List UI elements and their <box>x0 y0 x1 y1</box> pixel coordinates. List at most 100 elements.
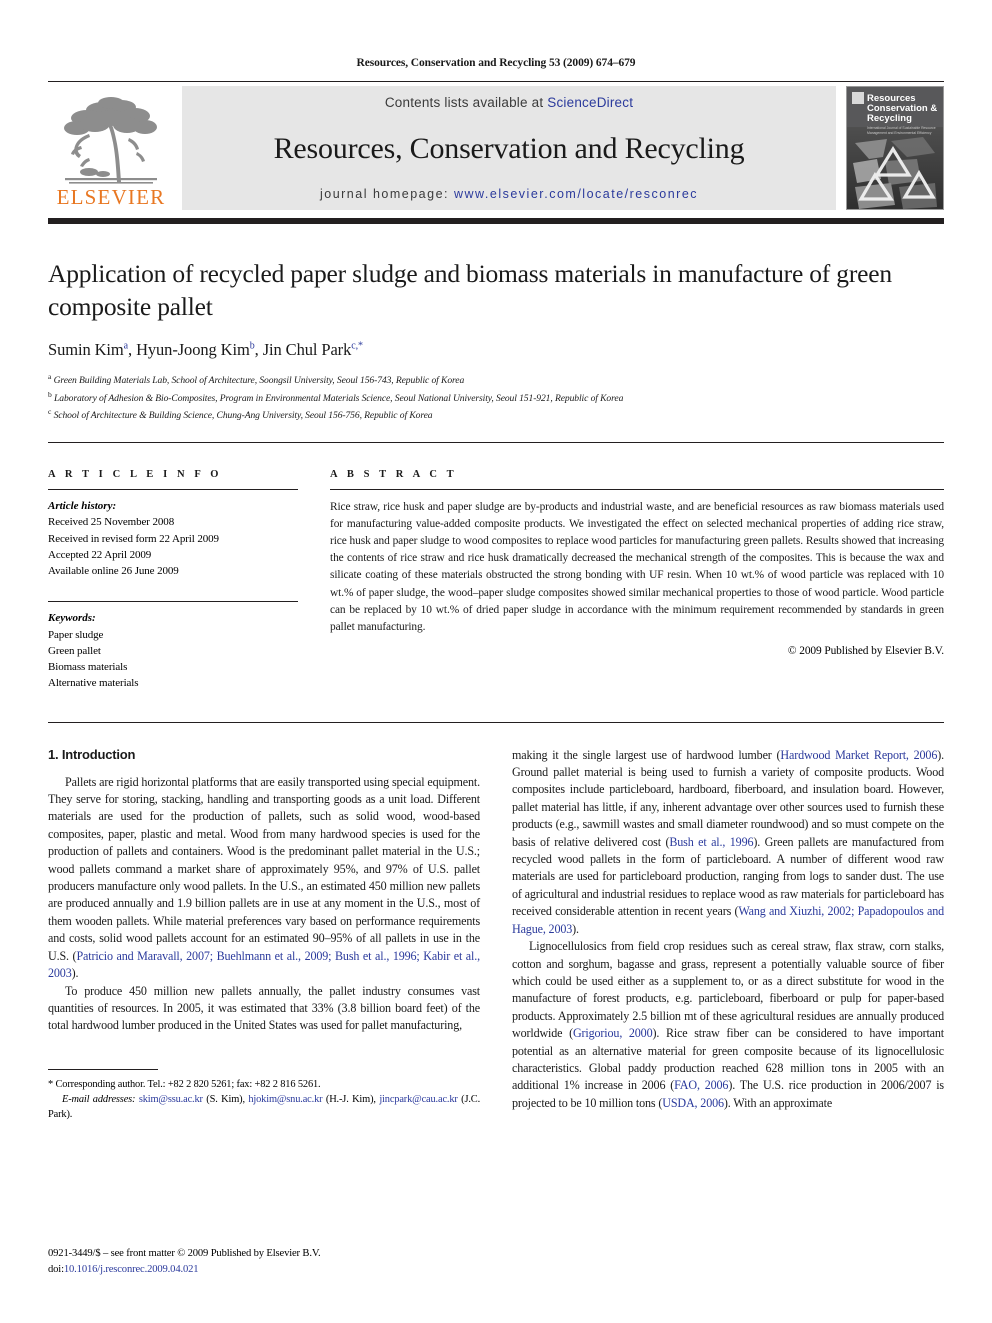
sciencedirect-link[interactable]: ScienceDirect <box>547 95 633 110</box>
email-link-3[interactable]: jincpark@cau.ac.kr <box>379 1094 458 1105</box>
journal-band: Contents lists available at ScienceDirec… <box>182 86 836 210</box>
paragraph-right-1b: ). Ground pallet material is being used … <box>512 747 944 849</box>
email-who-1: (S. Kim), <box>206 1093 245 1105</box>
affiliation-c-text: School of Architecture & Building Scienc… <box>53 410 433 422</box>
doi-line: doi:10.1016/j.resconrec.2009.04.021 <box>48 1262 488 1278</box>
article-history-label: Article history: <box>48 499 117 512</box>
history-online: Available online 26 June 2009 <box>48 565 179 578</box>
body-column-gap <box>480 747 512 1122</box>
paragraph-left-1-text: Pallets are rigid horizontal platforms t… <box>48 774 480 963</box>
abstract-bottom-rule <box>48 721 944 723</box>
doi-label: doi: <box>48 1263 64 1275</box>
paragraph-left-1: Pallets are rigid horizontal platforms t… <box>48 774 480 983</box>
elsevier-logo: ELSEVIER <box>48 84 174 212</box>
affiliation-c-marker: c <box>48 407 52 417</box>
keyword-4: Alternative materials <box>48 677 139 690</box>
title-block: Application of recycled paper sludge and… <box>48 258 944 424</box>
body-right-column: making it the single largest use of hard… <box>512 747 944 1122</box>
abstract-text: Rice straw, rice husk and paper sludge a… <box>330 500 944 633</box>
keyword-3: Biomass materials <box>48 661 128 674</box>
affiliation-c: c School of Architecture & Building Scie… <box>48 406 944 424</box>
paragraph-left-2: To produce 450 million new pallets annua… <box>48 983 480 1033</box>
author-1: Sumin Kim <box>48 340 124 360</box>
citation-usda-2006[interactable]: USDA, 2006 <box>662 1096 724 1110</box>
history-received: Received 25 November 2008 <box>48 516 175 529</box>
keyword-1: Paper sludge <box>48 628 104 641</box>
body-columns: 1. Introduction Pallets are rigid horizo… <box>48 747 944 1122</box>
citation-hardwood-market-report[interactable]: Hardwood Market Report, 2006 <box>780 748 937 762</box>
journal-cover-thumbnail: Resources Conservation & Recycling Inter… <box>846 86 944 210</box>
paragraph-right-2a: Lignocellulosics from field crop residue… <box>512 939 944 1041</box>
author-list: Sumin Kima, Hyun-Joong Kimb, Jin Chul Pa… <box>48 340 363 360</box>
journal-homepage-link[interactable]: www.elsevier.com/locate/resconrec <box>454 187 698 201</box>
abstract-rule <box>330 488 944 490</box>
journal-title: Resources, Conservation and Recycling <box>273 132 745 165</box>
affiliation-b-marker: b <box>48 389 52 399</box>
citation-patricio[interactable]: Patricio and Maravall, 2007; Buehlmann e… <box>48 949 480 980</box>
body-left-column: 1. Introduction Pallets are rigid horizo… <box>48 747 480 1122</box>
affiliation-a: a Green Building Materials Lab, School o… <box>48 371 944 389</box>
email-link-2[interactable]: hjokim@snu.ac.kr <box>248 1094 322 1105</box>
svg-text:Management and Environmental E: Management and Environmental Efficiency <box>867 131 932 135</box>
author-1-affil-marker[interactable]: a <box>124 341 128 352</box>
journal-homepage-line: journal homepage: www.elsevier.com/locat… <box>320 187 698 201</box>
info-abstract-row: A R T I C L E I N F O Article history: R… <box>48 469 944 692</box>
author-2-affil-marker[interactable]: b <box>250 341 255 352</box>
section-heading-introduction: 1. Introduction <box>48 746 136 762</box>
masthead-bottom-rule <box>48 218 944 224</box>
email-who-2: (H.-J. Kim), <box>325 1093 376 1105</box>
abstract-column: A B S T R A C T Rice straw, rice husk an… <box>330 469 944 692</box>
keyword-2: Green pallet <box>48 644 101 657</box>
doi-link[interactable]: 10.1016/j.resconrec.2009.04.021 <box>64 1264 199 1275</box>
page-content: Resources, Conservation and Recycling 53… <box>48 0 944 1122</box>
citation-bush-1996[interactable]: Bush et al., 1996 <box>669 835 753 849</box>
author-3: Jin Chul Park <box>262 340 352 360</box>
title-bottom-rule <box>48 441 944 443</box>
elsevier-wordmark: ELSEVIER <box>56 185 166 209</box>
paragraph-right-1d: ). <box>572 921 579 936</box>
article-info-column: A R T I C L E I N F O Article history: R… <box>48 469 298 692</box>
article-info-heading: A R T I C L E I N F O <box>48 468 223 480</box>
corresponding-author-note: * Corresponding author. Tel.: +82 2 820 … <box>48 1078 321 1090</box>
paragraph-right-2d: ). With an approximate <box>723 1095 833 1110</box>
footnote-rule <box>48 1068 158 1070</box>
paragraph-right-1: making it the single largest use of hard… <box>512 747 944 938</box>
abstract-copyright: © 2009 Published by Elsevier B.V. <box>787 644 944 657</box>
contents-available-line: Contents lists available at ScienceDirec… <box>385 95 633 110</box>
issn-line: 0921-3449/$ – see front matter © 2009 Pu… <box>48 1248 321 1259</box>
affiliation-b-text: Laboratory of Adhesion & Bio-Composites,… <box>54 393 624 405</box>
citation-grigoriou-2000[interactable]: Grigoriou, 2000 <box>573 1026 653 1040</box>
email-addresses-note: E-mail addresses: skim@ssu.ac.kr (S. Kim… <box>48 1092 480 1122</box>
homepage-prefix: journal homepage: <box>319 187 454 201</box>
elsevier-tree-icon <box>59 94 163 186</box>
email-link-1[interactable]: skim@ssu.ac.kr <box>139 1094 203 1105</box>
issn-doi-block: 0921-3449/$ – see front matter © 2009 Pu… <box>48 1246 488 1278</box>
affiliation-list: a Green Building Materials Lab, School o… <box>48 371 944 424</box>
history-revised: Received in revised form 22 April 2009 <box>48 532 219 545</box>
article-history-block: Article history: Received 25 November 20… <box>48 498 298 579</box>
author-3-affil-marker[interactable]: c,* <box>351 341 363 352</box>
article-info-rule <box>48 488 298 490</box>
history-accepted: Accepted 22 April 2009 <box>48 548 152 561</box>
svg-text:International Journal of Susta: International Journal of Sustainable Res… <box>867 126 936 130</box>
paragraph-right-2: Lignocellulosics from field crop residue… <box>512 938 944 1112</box>
affiliation-a-text: Green Building Materials Lab, School of … <box>53 375 465 387</box>
keywords-label: Keywords: <box>48 612 96 625</box>
running-head: Resources, Conservation and Recycling 53… <box>356 57 636 69</box>
paper-page: Resources, Conservation and Recycling 53… <box>0 0 992 1323</box>
citation-fao-2006[interactable]: FAO, 2006 <box>674 1078 728 1092</box>
paragraph-left-1-tail: ). <box>71 966 79 981</box>
affiliation-a-marker: a <box>48 372 52 382</box>
keywords-rule <box>48 601 298 603</box>
column-gap <box>298 469 330 692</box>
svg-text:Recycling: Recycling <box>867 113 912 124</box>
page-title: Application of recycled paper sludge and… <box>48 259 892 321</box>
journal-masthead: ELSEVIER Contents lists available at Sci… <box>48 81 944 212</box>
paragraph-right-1a: making it the single largest use of hard… <box>512 747 781 762</box>
contents-prefix: Contents lists available at <box>384 95 548 110</box>
abstract-heading: A B S T R A C T <box>330 468 458 480</box>
author-2: Hyun-Joong Kim <box>136 340 250 360</box>
email-label: E-mail addresses: <box>62 1093 136 1105</box>
affiliation-b: b Laboratory of Adhesion & Bio-Composite… <box>48 389 944 407</box>
keywords-block: Keywords: Paper sludge Green pallet Biom… <box>48 610 298 691</box>
